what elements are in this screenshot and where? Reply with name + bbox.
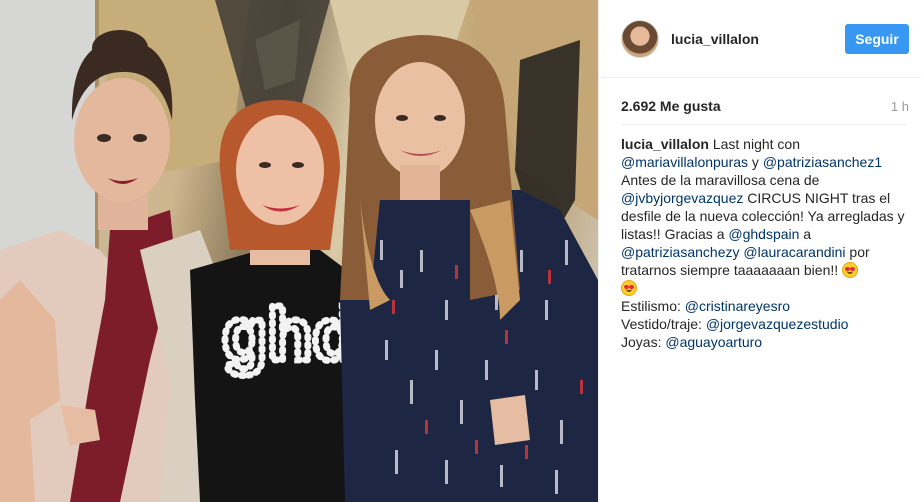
caption-author[interactable]: lucia_villalon	[621, 136, 709, 152]
caption-text: Last night con	[708, 136, 800, 152]
mention-link[interactable]: @lauracarandini	[743, 244, 845, 260]
photo-illustration: ghd	[0, 0, 598, 502]
caption-text: Joyas:	[621, 334, 666, 350]
heart-eyes-emoji-icon	[842, 262, 859, 278]
post-caption: lucia_villalon Last night con @mariavill…	[621, 135, 911, 360]
post-details-panel: lucia_villalon Seguir 2.692 Me gusta 1 h…	[598, 0, 921, 502]
avatar[interactable]	[621, 19, 659, 58]
divider	[621, 124, 907, 125]
mention-link[interactable]: @ghdspain	[728, 226, 799, 242]
heart-eyes-emoji-icon	[621, 280, 637, 296]
mention-link[interactable]: @aguayoarturo	[665, 334, 762, 350]
post-header: lucia_villalon Seguir	[599, 0, 921, 78]
caption-text: Estilismo:	[621, 298, 685, 314]
post-photo[interactable]: ghd	[0, 0, 598, 502]
caption-text: y	[748, 154, 763, 170]
caption-text: Antes de la maravillosa cena de	[621, 172, 820, 188]
caption-text: Vestido/traje:	[621, 316, 706, 332]
mention-link[interactable]: @patriziasanchez1	[763, 154, 882, 170]
username-link[interactable]: lucia_villalon	[671, 31, 845, 47]
shirt-logo-text: ghd	[222, 293, 358, 376]
mention-link[interactable]: @cristinareyesro	[685, 298, 790, 314]
mention-link[interactable]: @jvbyjorgevazquez	[621, 190, 743, 206]
instagram-post-modal: ghd lucia_villalon Seguir 2.692 Me gusta…	[0, 0, 921, 502]
caption-fade	[621, 355, 911, 375]
caption-text: a	[799, 226, 812, 242]
follow-button[interactable]: Seguir	[845, 23, 909, 54]
mention-link[interactable]: @jorgevazquezestudio	[706, 316, 849, 332]
mention-link[interactable]: @mariavillalonpuras	[621, 154, 748, 170]
post-timestamp[interactable]: 1 h	[891, 99, 909, 114]
stats-row: 2.692 Me gusta 1 h	[621, 96, 909, 116]
likes-count[interactable]: 2.692 Me gusta	[621, 98, 721, 114]
mention-link[interactable]: @patriziasanchezy	[621, 244, 740, 260]
